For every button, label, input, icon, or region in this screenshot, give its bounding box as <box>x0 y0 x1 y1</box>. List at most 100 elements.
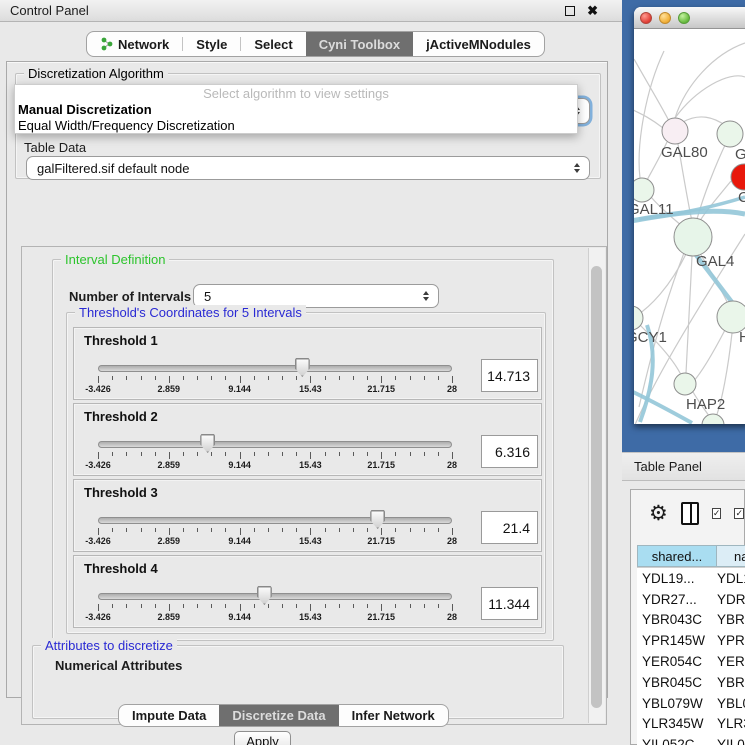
select-all-checkbox-icon[interactable]: ✓ <box>712 508 722 519</box>
network-edge <box>675 43 745 118</box>
discretization-algorithm-group-title: Discretization Algorithm <box>24 66 168 81</box>
slider-thumb[interactable] <box>257 586 272 605</box>
table-row[interactable]: YDL19...YDL1 <box>637 568 745 589</box>
table-cell: YPR145W <box>637 633 717 648</box>
tab-label: Network <box>118 37 169 52</box>
axis-tick <box>381 452 382 459</box>
table-column-header-1[interactable]: shared... <box>637 545 717 567</box>
float-window-icon[interactable] <box>565 6 575 16</box>
axis-tick <box>310 528 311 535</box>
window-close-button[interactable] <box>640 12 652 24</box>
network-canvas[interactable]: GAL80GACGAL11GAL4GCY1HHAP2 <box>634 29 745 424</box>
algorithm-option-1[interactable]: Manual Discretization <box>15 102 577 118</box>
network-edge <box>634 59 669 121</box>
table-column-header-2[interactable]: na <box>717 545 745 567</box>
slider-thumb[interactable] <box>295 358 310 377</box>
algorithm-option-2[interactable]: Equal Width/Frequency Discretization <box>15 118 577 134</box>
window-minimize-button[interactable] <box>659 12 671 24</box>
axis-tick <box>211 604 212 608</box>
network-node-gal11[interactable] <box>634 178 654 202</box>
slider-thumb[interactable] <box>370 510 385 529</box>
tab-style[interactable]: Style <box>183 32 240 56</box>
number-of-intervals-value: 5 <box>204 289 211 304</box>
table-data-combobox[interactable]: galFiltered.sif default node <box>26 156 590 180</box>
axis-tick <box>254 452 255 456</box>
axis-tick <box>381 376 382 383</box>
axis-tick <box>225 528 226 532</box>
table-row[interactable]: YDR27...YDR2 <box>637 589 745 610</box>
combo-arrows-icon <box>574 163 589 173</box>
gear-icon[interactable]: ⚙ <box>649 503 668 524</box>
network-graph-icon <box>100 37 113 51</box>
axis-tick <box>183 528 184 532</box>
network-node-hap2[interactable] <box>674 373 696 395</box>
table-row[interactable]: YBL079WYBL0 <box>637 693 745 714</box>
network-node-gal80[interactable] <box>662 118 688 144</box>
table-row[interactable]: YLR345WYLR3 <box>637 714 745 735</box>
table-row[interactable]: YBR045CYBR0 <box>637 672 745 693</box>
axis-tick <box>98 452 99 459</box>
axis-tick <box>254 604 255 608</box>
tab-select[interactable]: Select <box>241 32 305 56</box>
axis-tick <box>395 452 396 456</box>
slider-track[interactable] <box>98 517 452 524</box>
panel-vertical-scrollbar[interactable] <box>588 248 605 723</box>
select-column-checkbox-icon[interactable]: ✓ <box>734 508 744 519</box>
network-node-label: GAL4 <box>696 253 734 270</box>
thresholds-group: Threshold's Coordinates for 5 Intervals … <box>66 312 546 634</box>
table-cell: YBL0 <box>717 696 745 711</box>
axis-tick <box>339 452 340 456</box>
network-node-ga[interactable] <box>717 121 743 147</box>
window-zoom-button[interactable] <box>678 12 690 24</box>
axis-tick <box>353 528 354 532</box>
axis-tick <box>424 528 425 532</box>
settings-scrollpane: Interval Definition Number of Intervals … <box>21 246 607 725</box>
axis-tick <box>395 528 396 532</box>
table-row[interactable]: YER054CYER0 <box>637 651 745 672</box>
threshold-value-field[interactable]: 11.344 <box>481 587 538 620</box>
slider-track[interactable] <box>98 365 452 372</box>
table-row[interactable]: YBR043CYBR0 <box>637 610 745 631</box>
axis-tick <box>240 376 241 383</box>
network-node[interactable] <box>702 414 724 424</box>
axis-tick <box>296 376 297 380</box>
axis-tick <box>268 528 269 532</box>
network-node-c[interactable] <box>731 164 745 190</box>
axis-tick-label: 9.144 <box>228 460 251 470</box>
axis-tick <box>211 528 212 532</box>
slider-track[interactable] <box>98 593 452 600</box>
column-layout-icon[interactable] <box>681 502 699 525</box>
network-node-label: GA <box>735 146 745 163</box>
close-icon[interactable]: ✖ <box>587 6 598 16</box>
apply-button[interactable]: Apply <box>234 731 291 745</box>
table-row[interactable]: YIL052CYIL0 <box>637 734 745 745</box>
axis-tick <box>126 604 127 608</box>
tab-discretize-data[interactable]: Discretize Data <box>219 705 338 726</box>
table-data-label: Table Data <box>24 140 86 155</box>
threshold-value-field[interactable]: 21.4 <box>481 511 538 544</box>
threshold-group-4: Threshold 4-3.4262.8599.14415.4321.71528… <box>73 555 542 628</box>
tab-network[interactable]: Network <box>87 32 182 56</box>
network-edge <box>693 330 725 382</box>
axis-tick <box>282 452 283 456</box>
network-node-gal4[interactable] <box>674 218 712 256</box>
slider-track[interactable] <box>98 441 452 448</box>
axis-tick-label: 21.715 <box>367 384 395 394</box>
slider-thumb[interactable] <box>200 434 215 453</box>
axis-tick <box>126 376 127 380</box>
table-cell: YBL079W <box>637 696 717 711</box>
tab-cyni-toolbox[interactable]: Cyni Toolbox <box>306 32 413 56</box>
axis-tick <box>268 452 269 456</box>
table-row[interactable]: YPR145WYPR1 <box>637 630 745 651</box>
tab-infer-network[interactable]: Infer Network <box>339 705 448 726</box>
threshold-value-field[interactable]: 14.713 <box>481 359 538 392</box>
cyni-bottom-tab-bar: Impute DataDiscretize DataInfer Network <box>118 704 449 727</box>
axis-tick-label: 9.144 <box>228 536 251 546</box>
tab-jactivemnodules[interactable]: jActiveMNodules <box>413 32 544 56</box>
axis-tick <box>197 604 198 608</box>
axis-tick-label: 2.859 <box>158 536 181 546</box>
number-of-intervals-label: Number of Intervals <box>69 289 191 304</box>
tab-impute-data[interactable]: Impute Data <box>119 705 219 726</box>
threshold-value-field[interactable]: 6.316 <box>481 435 538 468</box>
axis-tick <box>225 376 226 380</box>
